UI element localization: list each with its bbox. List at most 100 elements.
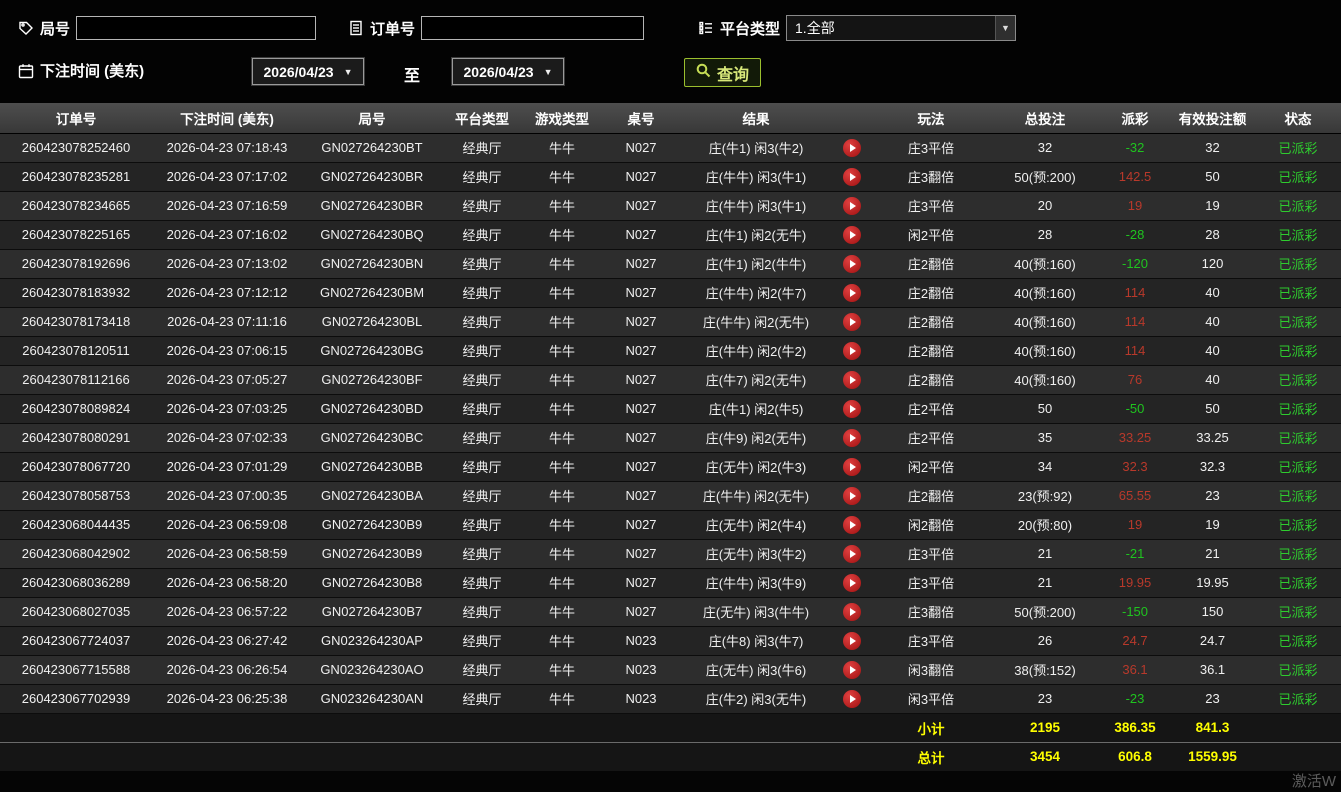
play-button[interactable] <box>843 255 861 273</box>
cell-platform: 经典厅 <box>442 597 522 626</box>
cell-round: GN023264230AN <box>302 684 442 713</box>
play-button[interactable] <box>843 197 861 215</box>
play-button[interactable] <box>843 661 861 679</box>
cell-order: 260423067702939 <box>0 684 152 713</box>
search-button[interactable]: 查询 <box>684 58 761 87</box>
cell-payout: 76 <box>1100 365 1170 394</box>
table-row: 2604230680444352026-04-23 06:59:08GN0272… <box>0 510 1341 539</box>
play-button[interactable] <box>843 400 861 418</box>
cell-play <box>832 278 872 307</box>
play-button[interactable] <box>843 139 861 157</box>
play-button[interactable] <box>843 690 861 708</box>
cell-valid_bet: 23 <box>1170 481 1255 510</box>
cell-payout: 19 <box>1100 510 1170 539</box>
cell-platform: 经典厅 <box>442 191 522 220</box>
table-row: 2604230781205112026-04-23 07:06:15GN0272… <box>0 336 1341 365</box>
date-from-picker[interactable]: 2026/04/23 ▼ <box>252 58 364 85</box>
cell-valid_bet: 19 <box>1170 510 1255 539</box>
order-input[interactable] <box>421 16 644 40</box>
table-row: 2604230782251652026-04-23 07:16:02GN0272… <box>0 220 1341 249</box>
cell-time: 2026-04-23 07:18:43 <box>152 133 302 162</box>
cell-table_no: N027 <box>602 133 680 162</box>
play-button[interactable] <box>843 168 861 186</box>
play-button[interactable] <box>843 429 861 447</box>
cell-valid_bet: 120 <box>1170 249 1255 278</box>
cell-status: 已派彩 <box>1255 336 1341 365</box>
cell-play <box>832 597 872 626</box>
cell-time: 2026-04-23 06:58:20 <box>152 568 302 597</box>
cell-round: GN027264230B7 <box>302 597 442 626</box>
cell-game: 牛牛 <box>522 684 602 713</box>
cell-time: 2026-04-23 07:16:59 <box>152 191 302 220</box>
play-button[interactable] <box>843 342 861 360</box>
watermark-fragment: 激活W <box>1292 770 1336 791</box>
cell-round: GN027264230BT <box>302 133 442 162</box>
cell-time: 2026-04-23 07:11:16 <box>152 307 302 336</box>
cell-play <box>832 220 872 249</box>
cell-total_bet: 23 <box>990 684 1100 713</box>
cell-bet_type: 庄3平倍 <box>872 539 990 568</box>
round-filter-group: 局号 <box>18 16 316 40</box>
cell-bet_type: 庄2平倍 <box>872 394 990 423</box>
platform-label: 平台类型 <box>720 18 780 39</box>
table-row: 2604230677240372026-04-23 06:27:42GN0232… <box>0 626 1341 655</box>
cell-round: GN027264230BR <box>302 191 442 220</box>
table-row: 2604230780802912026-04-23 07:02:33GN0272… <box>0 423 1341 452</box>
tag-icon <box>18 20 34 36</box>
col-header-valid_bet: 有效投注额 <box>1170 103 1255 133</box>
cell-time: 2026-04-23 07:02:33 <box>152 423 302 452</box>
cell-table_no: N027 <box>602 249 680 278</box>
col-header-result: 结果 <box>680 103 832 133</box>
cell-table_no: N027 <box>602 336 680 365</box>
play-button[interactable] <box>843 516 861 534</box>
play-button[interactable] <box>843 371 861 389</box>
cell-platform: 经典厅 <box>442 510 522 539</box>
cell-result: 庄(无牛) 闲2(牛4) <box>680 510 832 539</box>
cell-order: 260423078252460 <box>0 133 152 162</box>
play-button[interactable] <box>843 632 861 650</box>
cell-payout: -23 <box>1100 684 1170 713</box>
cell-result: 庄(无牛) 闲2(牛3) <box>680 452 832 481</box>
cell-game: 牛牛 <box>522 423 602 452</box>
table-row: 2604230677155882026-04-23 06:26:54GN0232… <box>0 655 1341 684</box>
cell-result: 庄(牛9) 闲2(无牛) <box>680 423 832 452</box>
cell-time: 2026-04-23 07:05:27 <box>152 365 302 394</box>
cell-play <box>832 655 872 684</box>
cell-total_bet: 40(预:160) <box>990 278 1100 307</box>
cell-status: 已派彩 <box>1255 539 1341 568</box>
play-button[interactable] <box>843 545 861 563</box>
cell-time: 2026-04-23 07:01:29 <box>152 452 302 481</box>
cell-result: 庄(牛牛) 闲2(无牛) <box>680 307 832 336</box>
cell-bet_type: 庄3平倍 <box>872 626 990 655</box>
cell-order: 260423067715588 <box>0 655 152 684</box>
round-input[interactable] <box>76 16 316 40</box>
cell-order: 260423078234665 <box>0 191 152 220</box>
cell-table_no: N027 <box>602 307 680 336</box>
cell-status: 已派彩 <box>1255 597 1341 626</box>
cell-status: 已派彩 <box>1255 191 1341 220</box>
order-label: 订单号 <box>370 18 415 39</box>
chevron-down-icon: ▼ <box>995 16 1015 40</box>
play-button[interactable] <box>843 313 861 331</box>
play-button[interactable] <box>843 284 861 302</box>
play-button[interactable] <box>843 458 861 476</box>
round-label: 局号 <box>40 18 70 39</box>
play-button[interactable] <box>843 226 861 244</box>
cell-platform: 经典厅 <box>442 394 522 423</box>
cell-status: 已派彩 <box>1255 684 1341 713</box>
cell-round: GN023264230AO <box>302 655 442 684</box>
chevron-down-icon: ▼ <box>544 67 553 77</box>
play-button[interactable] <box>843 603 861 621</box>
date-to-picker[interactable]: 2026/04/23 ▼ <box>452 58 564 85</box>
cell-payout: 32.3 <box>1100 452 1170 481</box>
cell-bet_type: 庄2翻倍 <box>872 249 990 278</box>
cell-round: GN027264230BR <box>302 162 442 191</box>
platform-select[interactable]: 1.全部 ▼ <box>786 15 1016 41</box>
cell-order: 260423078120511 <box>0 336 152 365</box>
play-button[interactable] <box>843 574 861 592</box>
play-button[interactable] <box>843 487 861 505</box>
subtotal-row: 小计 2195 386.35 841.3 <box>0 713 1341 742</box>
col-header-status: 状态 <box>1255 103 1341 133</box>
cell-valid_bet: 23 <box>1170 684 1255 713</box>
cell-payout: -50 <box>1100 394 1170 423</box>
